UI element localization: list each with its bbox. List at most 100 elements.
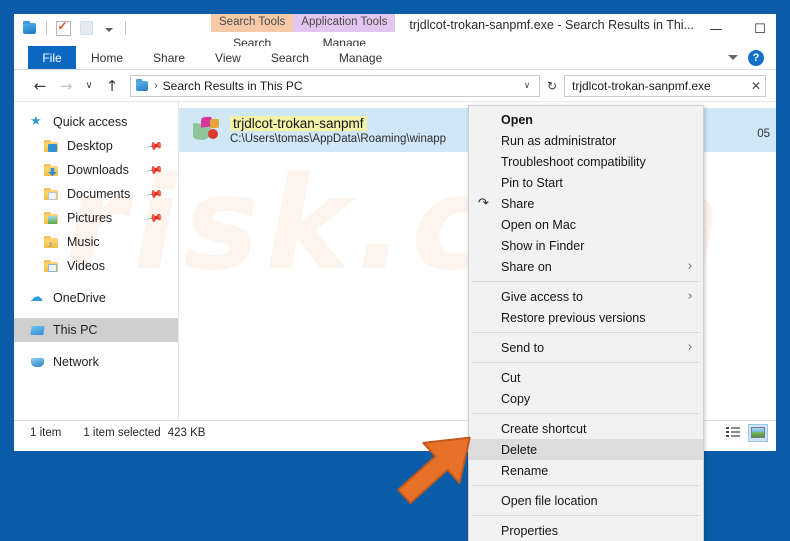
up-button[interactable]: ↑ bbox=[100, 74, 124, 98]
sidebar-item-pictures[interactable]: Pictures 📌 bbox=[14, 206, 178, 230]
tab-view[interactable]: View bbox=[200, 46, 256, 69]
file-date-fragment: 05 bbox=[757, 128, 770, 140]
breadcrumb-explorer-icon bbox=[135, 79, 149, 92]
folder-music-icon: ♪ bbox=[44, 235, 60, 249]
menu-item-pin-to-start[interactable]: Pin to Start bbox=[469, 172, 703, 193]
sidebar-item-label: Downloads bbox=[67, 163, 129, 177]
menu-item-open-on-mac[interactable]: Open on Mac bbox=[469, 214, 703, 235]
selection-group: 1 item selected 423 KB bbox=[83, 427, 205, 439]
menu-item-delete[interactable]: Delete bbox=[469, 439, 703, 460]
menu-item-give-access-to[interactable]: Give access to › bbox=[469, 286, 703, 307]
menu-item-create-shortcut[interactable]: Create shortcut bbox=[469, 418, 703, 439]
ribbon-tab-strip: File Home Share View Search Manage ? bbox=[14, 46, 776, 70]
menu-item-label: Restore previous versions bbox=[501, 311, 646, 325]
menu-item-restore-previous-versions[interactable]: Restore previous versions bbox=[469, 307, 703, 328]
menu-separator bbox=[472, 413, 700, 414]
selection-size: 423 KB bbox=[168, 427, 206, 439]
menu-item-show-in-finder[interactable]: Show in Finder bbox=[469, 235, 703, 256]
sidebar-item-label: Pictures bbox=[67, 211, 112, 225]
chevron-down-icon[interactable] bbox=[728, 55, 738, 60]
sidebar-item-label: Network bbox=[53, 355, 99, 369]
sidebar-item-desktop[interactable]: Desktop 📌 bbox=[14, 134, 178, 158]
view-buttons bbox=[723, 424, 768, 442]
large-icons-view-button[interactable] bbox=[748, 424, 768, 442]
pin-icon[interactable]: 📌 bbox=[146, 137, 165, 156]
sidebar-item-music[interactable]: ♪ Music bbox=[14, 230, 178, 254]
menu-separator bbox=[472, 281, 700, 282]
menu-item-label: Troubleshoot compatibility bbox=[501, 155, 646, 169]
explorer-icon[interactable] bbox=[20, 18, 40, 38]
menu-item-open[interactable]: Open bbox=[469, 109, 703, 130]
minimize-button[interactable]: — bbox=[694, 14, 738, 44]
search-clear-icon[interactable]: ✕ bbox=[747, 79, 761, 93]
folder-desktop-icon bbox=[44, 139, 60, 153]
menu-item-label: Give access to bbox=[501, 290, 583, 304]
address-dropdown-icon[interactable]: ∨ bbox=[519, 80, 535, 91]
search-input[interactable]: trjdlcot-trokan-sanpmf.exe ✕ bbox=[564, 75, 766, 97]
menu-item-troubleshoot-compatibility[interactable]: Troubleshoot compatibility bbox=[469, 151, 703, 172]
menu-item-label: Show in Finder bbox=[501, 239, 584, 253]
properties-icon[interactable] bbox=[53, 18, 73, 38]
menu-item-send-to[interactable]: Send to › bbox=[469, 337, 703, 358]
search-input-value: trjdlcot-trokan-sanpmf.exe bbox=[572, 79, 747, 93]
sidebar-item-label: OneDrive bbox=[53, 291, 106, 305]
address-bar[interactable]: › Search Results in This PC ∨ bbox=[130, 75, 540, 97]
customize-dropdown-icon[interactable] bbox=[99, 18, 119, 38]
details-view-button[interactable] bbox=[723, 424, 743, 442]
pin-icon[interactable]: 📌 bbox=[146, 161, 165, 180]
menu-separator bbox=[472, 362, 700, 363]
refresh-icon[interactable]: ↻ bbox=[542, 75, 562, 97]
menu-item-run-as-administrator[interactable]: Run as administrator bbox=[469, 130, 703, 151]
navigation-pane: ★ Quick access Desktop 📌 Downloads 📌 bbox=[14, 102, 178, 420]
cloud-icon: ☁ bbox=[30, 291, 46, 305]
sidebar-item-this-pc[interactable]: This PC bbox=[14, 318, 178, 342]
sidebar-item-videos[interactable]: Videos bbox=[14, 254, 178, 278]
new-folder-icon[interactable] bbox=[76, 18, 96, 38]
sidebar-item-documents[interactable]: Documents 📌 bbox=[14, 182, 178, 206]
chevron-right-icon: › bbox=[688, 289, 693, 304]
help-icon[interactable]: ? bbox=[748, 50, 764, 66]
window-controls: — ☐ ✕ bbox=[694, 14, 776, 44]
menu-item-properties[interactable]: Properties bbox=[469, 520, 703, 541]
sidebar-item-network[interactable]: Network bbox=[14, 350, 178, 374]
maximize-button[interactable]: ☐ bbox=[738, 14, 776, 44]
sidebar-item-label: This PC bbox=[53, 323, 97, 337]
pin-icon[interactable]: 📌 bbox=[146, 185, 165, 204]
menu-item-copy[interactable]: Copy bbox=[469, 388, 703, 409]
menu-item-label: Send to bbox=[501, 341, 544, 355]
folder-pictures-icon bbox=[44, 211, 60, 225]
folder-documents-icon bbox=[44, 187, 60, 201]
file-name: trjdlcot-trokan-sanpmf bbox=[230, 116, 367, 131]
forward-button[interactable]: → bbox=[54, 74, 78, 98]
sidebar-item-label: Quick access bbox=[53, 115, 127, 129]
back-button[interactable]: ← bbox=[28, 74, 52, 98]
tab-manage-ribbon[interactable]: Manage bbox=[324, 46, 397, 69]
qat-divider bbox=[46, 21, 47, 35]
application-file-icon bbox=[191, 116, 221, 144]
context-menu[interactable]: Open Run as administrator Troubleshoot c… bbox=[468, 105, 704, 541]
sidebar-item-downloads[interactable]: Downloads 📌 bbox=[14, 158, 178, 182]
menu-separator bbox=[472, 485, 700, 486]
navigation-bar: ← → ∨ ↑ › Search Results in This PC ∨ ↻ … bbox=[14, 70, 776, 102]
sidebar-item-label: Videos bbox=[67, 259, 105, 273]
recent-locations-button[interactable]: ∨ bbox=[80, 74, 98, 98]
breadcrumb-separator: › bbox=[154, 80, 158, 92]
large-icons-view-icon bbox=[751, 427, 765, 438]
title-bar: Search Tools Search Application Tools Ma… bbox=[14, 14, 776, 46]
menu-separator bbox=[472, 332, 700, 333]
menu-item-rename[interactable]: Rename bbox=[469, 460, 703, 481]
menu-item-open-file-location[interactable]: Open file location bbox=[469, 490, 703, 511]
sidebar-item-onedrive[interactable]: ☁ OneDrive bbox=[14, 286, 178, 310]
menu-item-cut[interactable]: Cut bbox=[469, 367, 703, 388]
menu-item-label: Properties bbox=[501, 524, 558, 538]
details-view-icon bbox=[726, 427, 740, 438]
pin-icon[interactable]: 📌 bbox=[146, 209, 165, 228]
tab-file[interactable]: File bbox=[28, 46, 76, 69]
tab-share[interactable]: Share bbox=[138, 46, 200, 69]
tab-home[interactable]: Home bbox=[76, 46, 138, 69]
menu-item-label: Open bbox=[501, 113, 533, 127]
menu-item-share-on[interactable]: Share on › bbox=[469, 256, 703, 277]
tab-search-ribbon[interactable]: Search bbox=[256, 46, 324, 69]
menu-item-share[interactable]: ↷ Share bbox=[469, 193, 703, 214]
sidebar-item-quick-access[interactable]: ★ Quick access bbox=[14, 110, 178, 134]
